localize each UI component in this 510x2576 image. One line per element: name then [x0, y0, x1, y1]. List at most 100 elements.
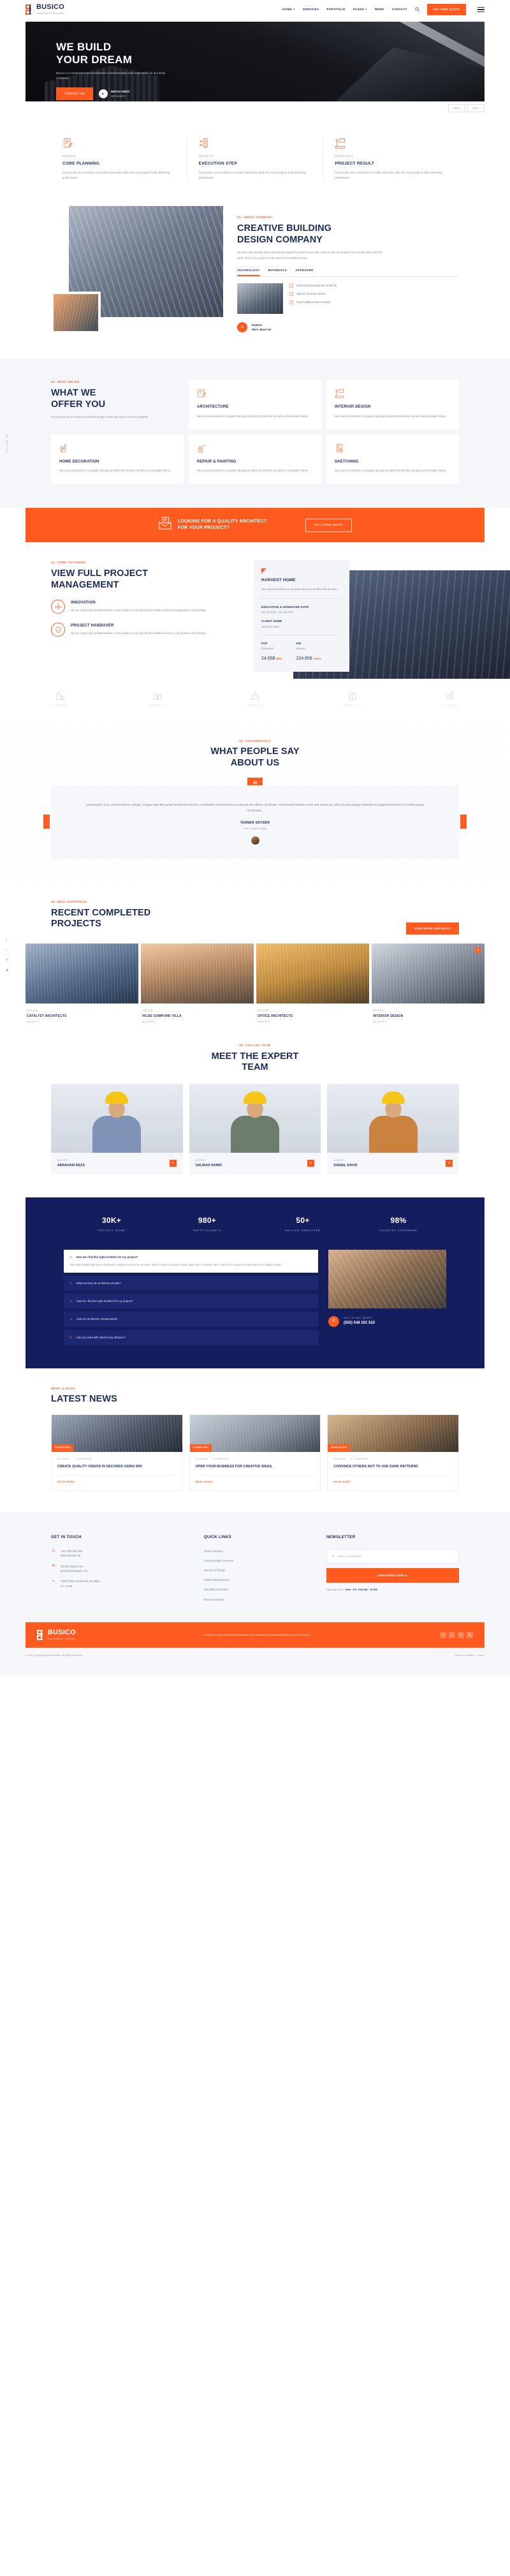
paint-bucket-icon: [197, 443, 207, 453]
site-logo[interactable]: BUSICO Construction Template: [26, 3, 64, 15]
testimonial-next-button[interactable]: ↑: [460, 815, 467, 829]
footer-link[interactable]: Internet Of Things: [204, 1568, 312, 1573]
explore-more-about-us[interactable]: + Explore More about Us: [237, 322, 459, 333]
offer-card-sketching[interactable]: SKETCHING We commit ourselves to complet…: [326, 434, 459, 484]
newsletter-email-input[interactable]: ✉ Enter email address: [326, 1548, 459, 1564]
play-icon[interactable]: ▸: [98, 89, 108, 99]
stat-label: COUNTRY COVERAGE: [379, 1228, 418, 1232]
footer-phone2[interactable]: 908 9098 987 98: [61, 1554, 80, 1557]
service-card[interactable]: ARCHITECT PROJECT RESULT Our promise as …: [323, 138, 459, 181]
news-read-more[interactable]: READ MORE: [57, 1474, 177, 1484]
news-read-more[interactable]: READ MORE: [333, 1474, 453, 1484]
hero-title-line1: WE BUILD: [56, 41, 112, 53]
facebook-icon[interactable]: f: [439, 1631, 446, 1638]
faq-item[interactable]: 2. What services do architects provide?: [64, 1275, 318, 1291]
portfolio-item[interactable]: DESIGN OFFICE ARCHITECTS ARCHITECT: [256, 944, 369, 1024]
twitter-icon[interactable]: t: [448, 1631, 455, 1638]
subscribe-button[interactable]: SUBSCRIBE NOW ➤: [326, 1568, 459, 1583]
offer-card-repair-painting[interactable]: REPAIR & PAINTING We commit ourselves to…: [189, 434, 321, 484]
instagram-icon[interactable]: ig: [466, 1631, 473, 1638]
footer-logo-title: BUSICO: [48, 1628, 76, 1636]
team-plus-icon[interactable]: +: [169, 1160, 177, 1167]
send-icon: ➤: [405, 1574, 408, 1578]
footer-link[interactable]: Industrial Automation: [204, 1587, 312, 1592]
search-icon[interactable]: [415, 7, 419, 12]
stat-block: 980+ HAPPY CLIENTS: [159, 1214, 255, 1233]
hero-prev-button[interactable]: PREV: [448, 104, 466, 113]
testimonial-prev-button[interactable]: ↓: [43, 815, 50, 829]
hero-next-button[interactable]: NEXT: [467, 104, 484, 113]
news-eyebrow: NEWS & BLOG: [51, 1386, 76, 1390]
news-comments: 2 COMMENTS: [75, 1458, 92, 1461]
footer-contact-column: GET IN TOUCH ✆ +673 853 605 985 908 9098 9…: [51, 1534, 190, 1606]
twitter-icon[interactable]: t: [6, 948, 8, 954]
terms-link[interactable]: Terms & Condition: [455, 1654, 474, 1657]
mail-icon: ✉: [52, 1564, 55, 1569]
team-member[interactable]: EXPERT ABRAHAM REZA +: [51, 1083, 183, 1174]
news-read-more[interactable]: READ MORE: [195, 1474, 315, 1484]
offer-card-architecture[interactable]: ARCHITECTURE We commit ourselves to comp…: [189, 380, 321, 429]
team-member[interactable]: EXPERT SALMAN HAMID +: [189, 1083, 321, 1174]
nav-item-portfolio[interactable]: PORTFOLIO: [326, 7, 346, 12]
footer-email2[interactable]: info@webexample.com: [61, 1569, 89, 1573]
offer-card-interior-design[interactable]: INTERIOR DESIGN We commit ourselves to c…: [326, 380, 459, 429]
portfolio-item[interactable]: DESIGN HILDE COMPUND VILLA ARCHITECT: [141, 944, 254, 1024]
privacy-link[interactable]: Privacy: [477, 1654, 484, 1657]
faq-question: What services do architects provide?: [76, 1281, 121, 1285]
linkedin-icon[interactable]: in: [457, 1631, 464, 1638]
hero-play-label: WATCH VIDEO: [110, 90, 130, 94]
news-card[interactable]: 28 MAR 2022 BY ADMIN 2 COMMENTS CREATE QU…: [51, 1414, 183, 1492]
faq-item[interactable]: 5. Can you work with clients long distanc…: [64, 1329, 318, 1345]
call-to-query[interactable]: ✆ CALL TO ANY QUERY (555) 548 201 520: [328, 1315, 446, 1327]
team-plus-icon[interactable]: +: [446, 1160, 453, 1167]
portfolio-item[interactable]: DESIGN CATALYST ARCHITECTS ARCHITECT: [26, 944, 138, 1024]
nav-item-contact[interactable]: CONTACT: [392, 7, 407, 12]
news-card[interactable]: 28 MAR 2022 BY ADMIN 2 COMMENTS CONVINCE …: [327, 1414, 459, 1492]
team-plus-icon[interactable]: +: [307, 1160, 315, 1167]
linkedin-icon[interactable]: in: [6, 958, 8, 963]
tab-materials[interactable]: MATERIALS: [268, 268, 288, 277]
footer-brand-bar: BUSICO Construction Template Busico is a…: [26, 1622, 484, 1648]
news-card[interactable]: 28 MAR 2022 BY ADMIN 2 COMMENTS OPEN YOUR…: [189, 1414, 321, 1492]
nav-item-news[interactable]: NEWS: [375, 7, 384, 12]
team-member-role: EXPERT: [195, 1158, 206, 1162]
service-card[interactable]: PROJECT EXECUTION STEP Our promise as a …: [187, 138, 324, 181]
call-number[interactable]: (555) 548 201 520: [344, 1320, 375, 1326]
team-member-photo: [327, 1083, 459, 1153]
tab-approved[interactable]: APPROVED: [295, 268, 313, 277]
facebook-icon[interactable]: f: [6, 938, 8, 944]
view-more-projects-button[interactable]: VIEW MORE PROJECTS: [406, 922, 459, 935]
get-free-quote-button[interactable]: GET FREE QUOTE: [426, 4, 466, 15]
portfolio-plus-icon[interactable]: +: [475, 947, 481, 954]
footer-logo[interactable]: BUSICO Construction Template: [37, 1629, 76, 1641]
about-eyebrow: 01. ABOUT COMPANY: [237, 216, 273, 219]
news-author: BY ADMIN: [57, 1458, 70, 1461]
hamburger-menu-icon[interactable]: [477, 6, 484, 13]
tab-technology[interactable]: TECHNOLOGY: [237, 268, 260, 277]
footer-link[interactable]: Personal Advisor: [204, 1597, 312, 1602]
cta-quote-button[interactable]: GET A FREE QUOTE: [305, 518, 353, 532]
stat-block: 30K+ PROJECT DONE: [64, 1214, 159, 1233]
footer-link[interactable]: Product Development: [204, 1578, 312, 1582]
instagram-icon[interactable]: ◉: [6, 968, 8, 973]
nav-item-services[interactable]: SERVICES: [303, 7, 319, 12]
interior-lamp-icon: [335, 138, 346, 149]
faq-item[interactable]: 3. How do I find the right architect for …: [64, 1294, 318, 1309]
faq-item[interactable]: 4. How are architects compensated?: [64, 1312, 318, 1327]
portfolio-title: INTERIOR DESIGN: [373, 1014, 404, 1019]
nav-item-pages[interactable]: PAGES +: [353, 7, 367, 12]
hero-contact-button[interactable]: CONTACT US: [56, 87, 93, 100]
portfolio-item[interactable]: + DESIGN INTERIOR DESIGN ARCHITECT: [372, 944, 484, 1024]
footer-email1[interactable]: info@example.com: [61, 1565, 84, 1568]
hero-play-video[interactable]: ▸ WATCH VIDEO OUR BUSICO: [98, 89, 130, 99]
footer-link[interactable]: Communication Services: [204, 1558, 312, 1563]
footer-phone1[interactable]: +673 853 605 985: [61, 1550, 82, 1553]
service-card[interactable]: SKETCH CORE PLANNING Our promise as a co…: [51, 138, 187, 181]
footer-link[interactable]: About Company: [204, 1549, 312, 1553]
nav-item-home[interactable]: HOME +: [282, 7, 295, 12]
pm-eyebrow: 03. CORE FEATURES: [51, 561, 86, 565]
team-member[interactable]: EXPERT DANIEL DAVID +: [327, 1083, 459, 1174]
about-paragraph: We have intentionally never developed a …: [237, 251, 382, 260]
offer-card-home-decoration[interactable]: HOME DECORATION We commit ourselves to c…: [51, 434, 184, 484]
faq-item-open[interactable]: 1. How do I find the right architect for …: [64, 1249, 318, 1273]
